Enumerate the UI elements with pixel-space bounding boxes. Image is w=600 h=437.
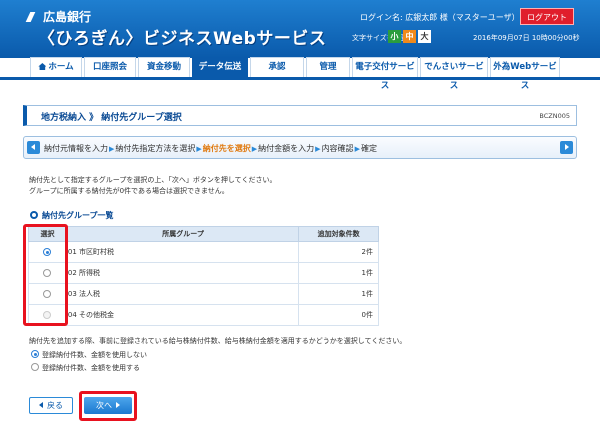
option-use-registered[interactable]: 登録納付件数、金額を使用する — [31, 363, 140, 373]
back-label: 戻る — [47, 401, 63, 410]
option-note: 納付先を追加する際、事前に登録されている給与株納付件数、給与株納付金額を適用する… — [29, 337, 407, 345]
chevron-right-icon: ▶ — [109, 145, 115, 153]
login-datetime: 2016年09月07日 10時00分00秒 — [473, 34, 580, 42]
logout-button[interactable]: ログアウト — [520, 8, 574, 25]
group-count: 1件 — [298, 262, 379, 284]
triangle-left-icon — [39, 402, 43, 408]
tab-densai-service[interactable]: でんさいサービス — [420, 57, 488, 91]
bank-logo-icon — [25, 12, 43, 22]
step-item: 確定 — [360, 144, 377, 153]
group-name: 04 その他税金 — [65, 304, 300, 326]
steps-list: 納付元情報を入力▶納付先指定方法を選択▶納付先を選択▶納付金額を入力▶内容確認▶… — [44, 143, 377, 154]
table-row[interactable]: 02 所得税 1件 — [28, 262, 379, 284]
tab-fund-transfer[interactable]: 資金移動 — [138, 57, 190, 77]
option-radio[interactable] — [31, 363, 39, 371]
bank-name: 広島銀行 — [43, 10, 92, 24]
login-label: ログイン名: — [360, 13, 403, 22]
font-size-large-button[interactable]: 大 — [418, 30, 431, 43]
page-title: 地方税納入 》 納付先グループ選択 — [41, 113, 182, 123]
group-count: 2件 — [298, 241, 379, 263]
option-radio[interactable] — [31, 350, 39, 358]
app-header: 広島銀行 〈ひろぎん〉ビジネスWebサービス ログイン名: 広銀太郎 様（マスタ… — [0, 0, 600, 58]
tab-account-inquiry[interactable]: 口座照会 — [84, 57, 136, 77]
service-name: 〈ひろぎん〉ビジネスWebサービス — [38, 29, 327, 49]
tab-home[interactable]: ホーム — [30, 57, 82, 77]
group-count: 1件 — [298, 283, 379, 305]
tab-management[interactable]: 管理 — [306, 57, 350, 77]
step-item: 納付金額を入力 — [258, 144, 315, 153]
step-item: 納付元情報を入力 — [44, 144, 108, 153]
column-header-count: 追加対象件数 — [298, 226, 379, 242]
progress-steps: 納付元情報を入力▶納付先指定方法を選択▶納付先を選択▶納付金額を入力▶内容確認▶… — [23, 136, 577, 159]
chevron-right-icon: ▶ — [354, 145, 360, 153]
group-count: 0件 — [298, 304, 379, 326]
circle-bullet-icon — [30, 211, 38, 219]
next-button-highlight — [79, 391, 137, 421]
group-list-heading-text: 納付先グループ一覧 — [42, 211, 114, 220]
option-label: 登録納付件数、金額を使用する — [42, 364, 140, 372]
user-name: 広銀太郎 様（マスターユーザ） — [405, 13, 520, 22]
option-label: 登録納付件数、金額を使用しない — [42, 351, 147, 359]
select-column-highlight — [23, 224, 68, 326]
instruction-line-2: グループに所属する納付先が0件である場合は選択できません。 — [29, 187, 229, 195]
tab-home-label: ホーム — [48, 62, 74, 72]
chevron-right-icon: ▶ — [196, 145, 202, 153]
screen-id: BCZN005 — [539, 112, 570, 120]
login-info: ログイン名: 広銀太郎 様（マスターユーザ） — [360, 12, 520, 23]
table-row[interactable]: 03 法人税 1件 — [28, 283, 379, 305]
bank-logo: 広島銀行 — [25, 8, 92, 25]
chevron-right-icon: ▶ — [251, 145, 258, 153]
tab-forex-web-service[interactable]: 外為Webサービス — [490, 57, 560, 91]
tab-electronic-delivery[interactable]: 電子交付サービス — [352, 57, 418, 91]
group-table: 選択 所属グループ 追加対象件数 01 市区町村税 2件 02 所得税 1件 0… — [28, 226, 379, 326]
main-nav: ホーム 口座照会 資金移動 データ伝送 承認 管理 電子交付サービス でんさいサ… — [30, 57, 560, 91]
chevron-left-icon — [27, 141, 40, 154]
chevron-right-icon — [560, 141, 573, 154]
tab-data-transmission[interactable]: データ伝送 — [192, 57, 248, 77]
step-item: 内容確認 — [321, 144, 354, 153]
step-item: 納付先指定方法を選択 — [115, 144, 196, 153]
table-row[interactable]: 01 市区町村税 2件 — [28, 241, 379, 263]
page-title-bar: 地方税納入 》 納付先グループ選択 BCZN005 — [23, 105, 577, 126]
step-item-current: 納付先を選択 — [202, 144, 251, 153]
group-name: 01 市区町村税 — [65, 241, 300, 263]
group-list-heading: 納付先グループ一覧 — [30, 210, 114, 221]
nav-underline — [0, 77, 600, 80]
font-size-small-button[interactable]: 小 — [388, 30, 401, 43]
back-button[interactable]: 戻る — [29, 397, 73, 414]
home-icon — [38, 63, 47, 70]
group-name: 02 所得税 — [65, 262, 300, 284]
chevron-right-icon: ▶ — [315, 145, 321, 153]
tab-approval[interactable]: 承認 — [250, 57, 304, 77]
instruction-line-1: 納付先として指定するグループを選択の上、「次へ」ボタンを押してください。 — [29, 176, 277, 184]
group-name: 03 法人税 — [65, 283, 300, 305]
option-no-registered[interactable]: 登録納付件数、金額を使用しない — [31, 350, 147, 360]
font-size-medium-button[interactable]: 中 — [403, 30, 416, 43]
column-header-group: 所属グループ — [65, 226, 300, 242]
table-row: 04 その他税金 0件 — [28, 304, 379, 326]
